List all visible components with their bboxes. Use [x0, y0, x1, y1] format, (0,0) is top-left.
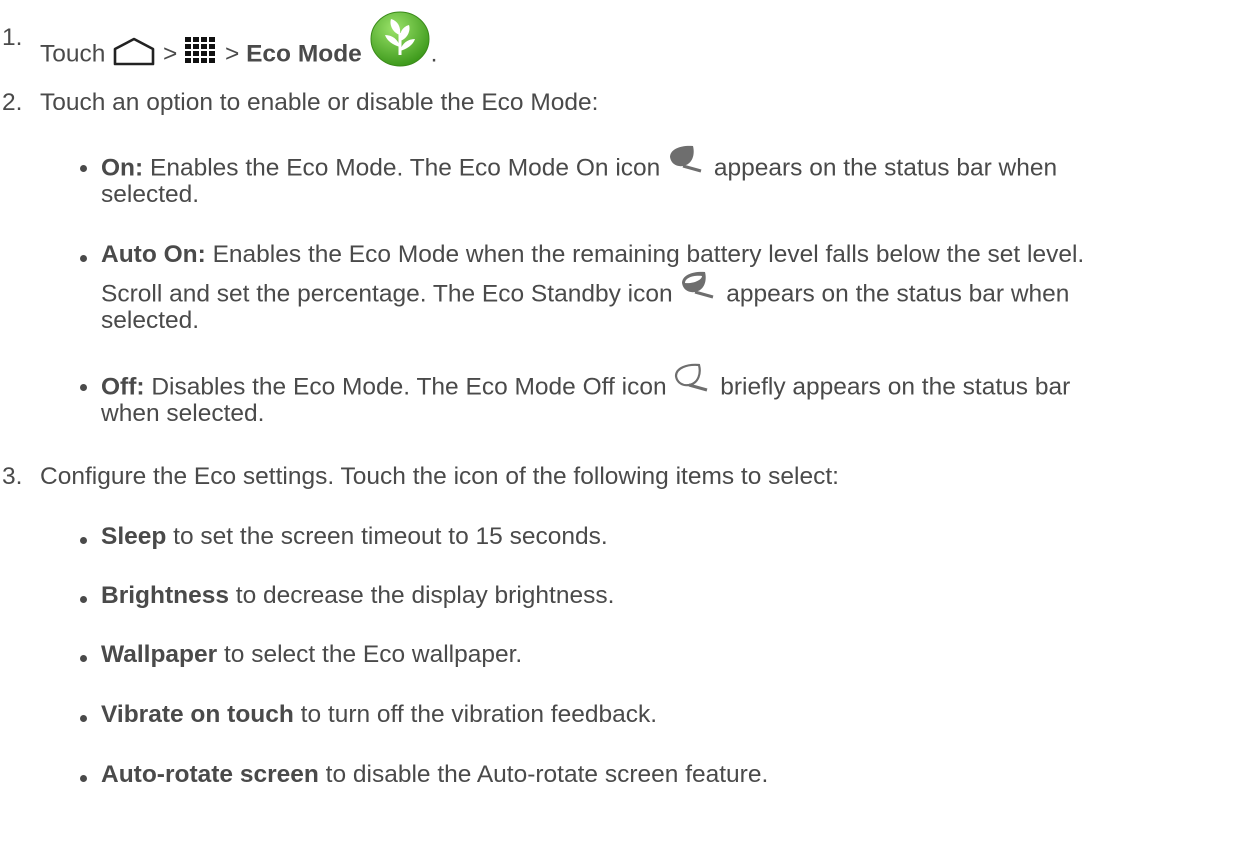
- option-on: On: Enables the Eco Mode. The Eco Mode O…: [101, 145, 1058, 188]
- bullet: [80, 655, 87, 662]
- step-1-separator: >: [163, 40, 178, 68]
- step-1-text: Touch > > Eco Mode .: [40, 11, 438, 87]
- setting-item-label: Sleep: [101, 523, 167, 550]
- option-auto-on-text-after: appears on the status bar when: [726, 280, 1070, 308]
- step-1-separator: >: [224, 40, 240, 68]
- eco-off-leaf-icon: [673, 363, 713, 401]
- option-off-line2: when selected.: [101, 400, 265, 427]
- eco-on-leaf-icon: [667, 144, 707, 182]
- option-on-text-after: appears on the status bar when: [713, 154, 1058, 182]
- eco-mode-label: Eco Mode: [246, 40, 362, 68]
- eco-standby-leaf-icon: [679, 270, 719, 308]
- setting-item: Auto-rotate screen to disable the Auto-r…: [101, 760, 768, 790]
- apps-grid-icon: [184, 36, 218, 74]
- option-auto-on: Auto On: Enables the Eco Mode when the r…: [101, 240, 1084, 270]
- eco-mode-app-icon: [369, 11, 431, 75]
- home-icon: [112, 36, 156, 74]
- bullet: [80, 596, 87, 603]
- option-off-text-after: briefly appears on the status bar: [720, 373, 1071, 401]
- setting-item-label: Wallpaper: [101, 641, 218, 668]
- step-1-touch: Touch: [40, 40, 106, 68]
- bullet: [80, 165, 87, 172]
- option-on-label: On:: [101, 154, 144, 182]
- setting-item-label: Auto-rotate screen: [101, 761, 319, 788]
- step-1-period: .: [430, 40, 438, 68]
- step-3-text: Configure the Eco settings. Touch the ic…: [40, 463, 839, 490]
- option-auto-on-text: Enables the Eco Mode when the remaining …: [212, 241, 1085, 268]
- setting-item-text: to select the Eco wallpaper.: [217, 641, 523, 668]
- setting-item-text: to disable the Auto-rotate screen featur…: [318, 761, 769, 788]
- setting-item-text: to turn off the vibration feedback.: [293, 701, 658, 728]
- step-1-number: 1.: [2, 24, 23, 51]
- option-off-text: Disables the Eco Mode. The Eco Mode Off …: [151, 373, 667, 401]
- bullet: [80, 384, 87, 391]
- setting-item: Wallpaper to select the Eco wallpaper.: [101, 640, 522, 670]
- bullet: [80, 255, 87, 262]
- setting-item-text: to decrease the display brightness.: [228, 582, 615, 609]
- setting-item-label: Brightness: [101, 582, 229, 609]
- option-on-line2: selected.: [101, 181, 200, 208]
- setting-item: Brightness to decrease the display brigh…: [101, 581, 614, 611]
- setting-item: Vibrate on touch to turn off the vibrati…: [101, 700, 657, 730]
- setting-item-label: Vibrate on touch: [101, 701, 294, 728]
- option-on-text: Enables the Eco Mode. The Eco Mode On ic…: [150, 154, 661, 182]
- step-2-number: 2.: [2, 89, 23, 116]
- step-2-text: Touch an option to enable or disable the…: [40, 89, 599, 116]
- option-off-label: Off:: [101, 373, 145, 401]
- bullet: [80, 715, 87, 722]
- step-3-number: 3.: [2, 463, 23, 490]
- option-auto-on-line2: Scroll and set the percentage. The Eco S…: [101, 271, 1070, 314]
- option-auto-on-label: Auto On:: [101, 241, 206, 268]
- option-auto-on-text-before: Scroll and set the percentage. The Eco S…: [101, 280, 673, 308]
- setting-item-text: to set the screen timeout to 15 seconds.: [166, 523, 608, 550]
- bullet: [80, 775, 87, 782]
- setting-item: Sleep to set the screen timeout to 15 se…: [101, 522, 608, 552]
- option-auto-on-line3: selected.: [101, 307, 200, 334]
- bullet: [80, 537, 87, 544]
